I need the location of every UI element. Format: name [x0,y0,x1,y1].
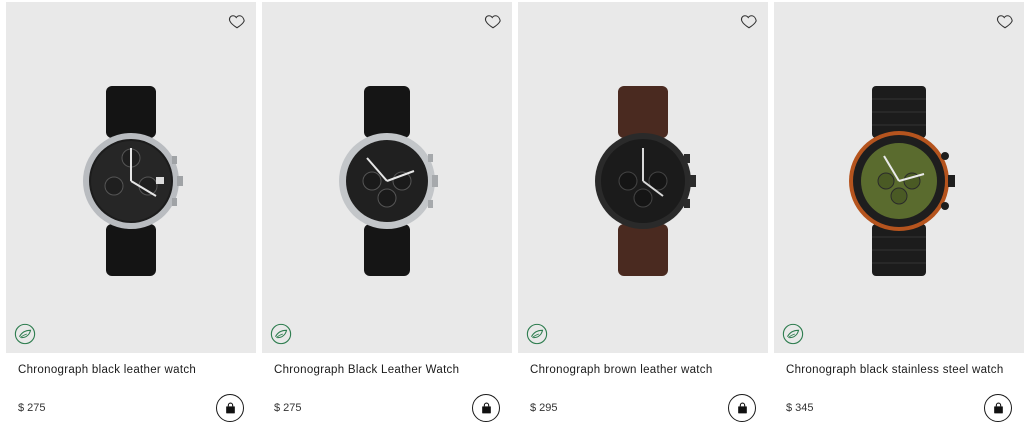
product-image[interactable] [6,2,256,353]
heart-icon[interactable] [228,12,246,30]
add-to-bag-button[interactable] [728,394,756,422]
product-title[interactable]: Chronograph black stainless steel watch [786,364,1026,376]
leaf-badge-icon [270,323,292,345]
leaf-badge-icon [14,323,36,345]
product-card[interactable]: Chronograph brown leather watch $ 295 [518,0,768,436]
shopping-bag-icon [993,402,1003,413]
product-price: $ 275 [274,402,302,414]
product-image[interactable] [518,2,768,353]
add-to-bag-button[interactable] [984,394,1012,422]
heart-icon[interactable] [484,12,502,30]
add-to-bag-button[interactable] [216,394,244,422]
watch-image [849,86,955,276]
heart-icon[interactable] [740,12,758,30]
product-image[interactable] [774,2,1024,353]
product-price: $ 345 [786,402,814,414]
shopping-bag-icon [481,402,491,413]
product-title[interactable]: Chronograph Black Leather Watch [274,364,514,376]
shopping-bag-icon [225,402,235,413]
watch-image [83,86,183,276]
leaf-badge-icon [526,323,548,345]
product-card[interactable]: Chronograph black leather watch $ 275 [6,0,256,436]
heart-icon[interactable] [996,12,1014,30]
product-title[interactable]: Chronograph black leather watch [18,364,258,376]
product-card[interactable]: Chronograph Black Leather Watch $ 275 [262,0,512,436]
product-title[interactable]: Chronograph brown leather watch [530,364,770,376]
watch-image [595,86,696,276]
product-image[interactable] [262,2,512,353]
product-grid: Chronograph black leather watch $ 275 Ch… [0,0,1030,436]
leaf-badge-icon [782,323,804,345]
product-price: $ 295 [530,402,558,414]
product-price: $ 275 [18,402,46,414]
shopping-bag-icon [737,402,747,413]
watch-image [339,86,438,276]
add-to-bag-button[interactable] [472,394,500,422]
product-card[interactable]: Chronograph black stainless steel watch … [774,0,1024,436]
